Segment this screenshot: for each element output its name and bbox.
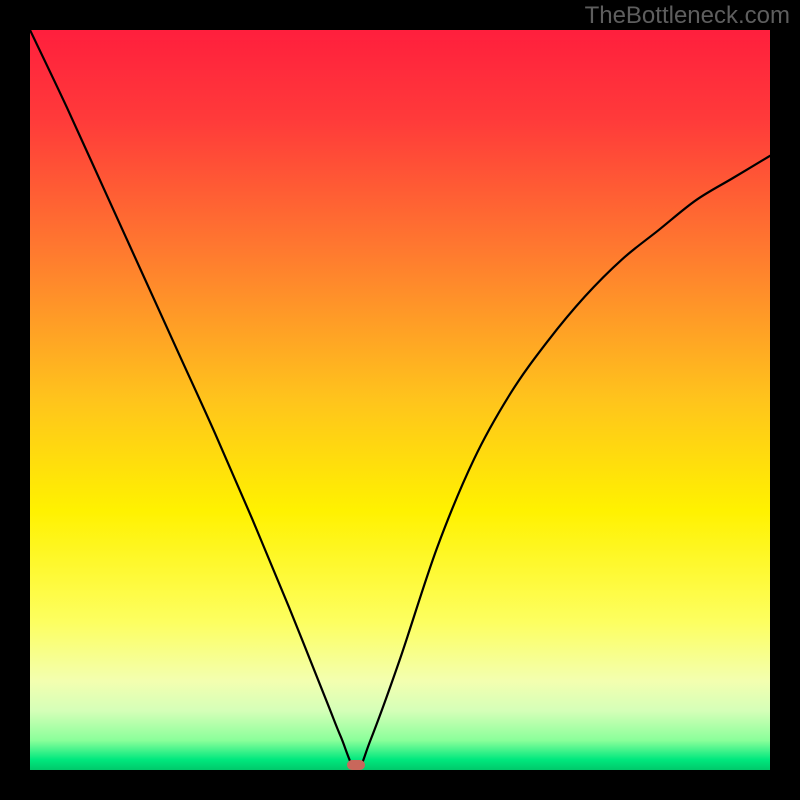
- chart-frame: TheBottleneck.com: [0, 0, 800, 800]
- bottleneck-curve: [30, 30, 770, 770]
- watermark-text: TheBottleneck.com: [585, 2, 790, 30]
- plot-area: [30, 30, 770, 770]
- optimal-point-marker: [347, 760, 365, 770]
